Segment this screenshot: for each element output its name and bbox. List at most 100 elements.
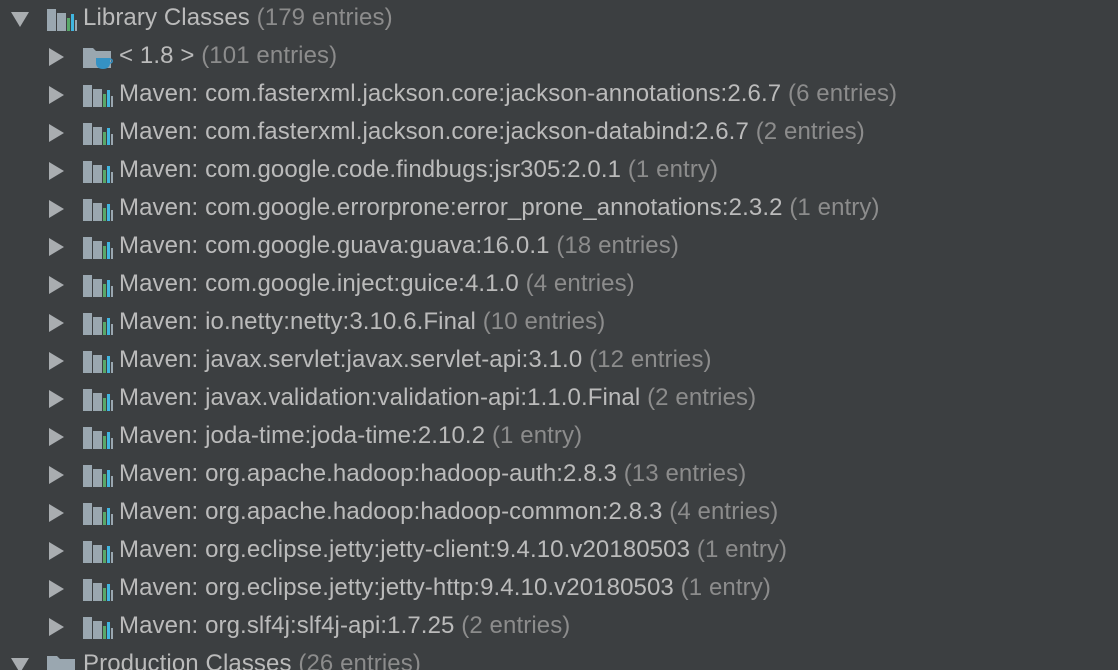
maven-library-name: Maven: com.google.inject:guice:4.1.0 — [119, 270, 519, 297]
jdk-folder-icon — [83, 48, 113, 69]
maven-library-count: (1 entry) — [789, 194, 880, 221]
production-classes-label: Production Classes — [83, 650, 292, 670]
maven-library-count: (6 entries) — [788, 80, 898, 107]
maven-library-count: (1 entry) — [680, 574, 771, 601]
chevron-right-icon[interactable] — [49, 428, 64, 446]
maven-library-count: (13 entries) — [623, 460, 747, 487]
chevron-down-icon[interactable] — [11, 12, 29, 27]
chevron-right-icon[interactable] — [49, 162, 64, 180]
maven-library-count: (1 entry) — [491, 422, 583, 449]
maven-library-name: Maven: org.slf4j:slf4j-api:1.7.25 — [119, 612, 455, 639]
jdk-count: (101 entries) — [201, 42, 338, 69]
maven-library-name: Maven: com.fasterxml.jackson.core:jackso… — [119, 118, 749, 145]
maven-library-name: Maven: org.eclipse.jetty:jetty-http:9.4.… — [119, 574, 674, 601]
chevron-down-icon[interactable] — [11, 658, 29, 670]
tree-node-maven-library[interactable]: Maven: io.netty:netty:3.10.6.Final (10 e… — [0, 304, 1118, 342]
tree-node-production-classes[interactable]: Production Classes (26 entries) — [0, 646, 1118, 670]
library-icon — [47, 9, 77, 31]
maven-library-icon — [83, 237, 113, 259]
library-classes-label: Library Classes — [83, 4, 250, 31]
chevron-right-icon[interactable] — [49, 124, 64, 142]
tree-node-label: Maven: joda-time:joda-time:2.10.2 (1 ent… — [119, 422, 582, 450]
tree-node-label: Maven: org.apache.hadoop:hadoop-auth:2.8… — [119, 460, 746, 488]
maven-library-count: (1 entry) — [696, 536, 788, 563]
tree-node-label: Maven: com.google.code.findbugs:jsr305:2… — [119, 156, 718, 184]
maven-library-icon — [83, 617, 113, 639]
tree-node-label: Maven: javax.validation:validation-api:1… — [119, 384, 756, 412]
maven-library-icon — [83, 579, 113, 601]
tree-node-maven-library[interactable]: Maven: com.fasterxml.jackson.core:jackso… — [0, 76, 1118, 114]
maven-library-icon — [83, 351, 113, 373]
tree-node-maven-library[interactable]: Maven: javax.validation:validation-api:1… — [0, 380, 1118, 418]
tree-node-label: Maven: javax.servlet:javax.servlet-api:3… — [119, 346, 712, 374]
chevron-right-icon[interactable] — [49, 48, 64, 66]
tree-node-label: Maven: com.fasterxml.jackson.core:jackso… — [119, 80, 897, 108]
maven-library-count: (2 entries) — [647, 384, 757, 411]
chevron-right-icon[interactable] — [49, 238, 64, 256]
chevron-right-icon[interactable] — [49, 618, 64, 636]
maven-library-icon — [83, 389, 113, 411]
chevron-right-icon[interactable] — [49, 580, 64, 598]
tree-node-label: Maven: org.eclipse.jetty:jetty-client:9.… — [119, 536, 787, 564]
tree-node-label: Maven: com.google.errorprone:error_prone… — [119, 194, 880, 222]
maven-library-name: Maven: joda-time:joda-time:2.10.2 — [119, 422, 486, 449]
chevron-right-icon[interactable] — [49, 466, 64, 484]
chevron-right-icon[interactable] — [49, 352, 64, 370]
tree-node-maven-library[interactable]: Maven: org.eclipse.jetty:jetty-http:9.4.… — [0, 570, 1118, 608]
tree-node-label: Maven: org.eclipse.jetty:jetty-http:9.4.… — [119, 574, 771, 602]
chevron-right-icon[interactable] — [49, 314, 64, 332]
maven-library-icon — [83, 85, 113, 107]
maven-library-name: Maven: javax.servlet:javax.servlet-api:3… — [119, 346, 583, 373]
tree-node-maven-library[interactable]: Maven: com.google.guava:guava:16.0.1 (18… — [0, 228, 1118, 266]
tree-node-maven-library[interactable]: Maven: joda-time:joda-time:2.10.2 (1 ent… — [0, 418, 1118, 456]
maven-library-icon — [83, 313, 113, 335]
maven-library-icon — [83, 503, 113, 525]
maven-library-icon — [83, 161, 113, 183]
maven-library-icon — [83, 541, 113, 563]
maven-library-count: (2 entries) — [755, 118, 865, 145]
maven-library-icon — [83, 123, 113, 145]
chevron-right-icon[interactable] — [49, 390, 64, 408]
tree-node-label: Maven: com.google.inject:guice:4.1.0 (4 … — [119, 270, 635, 298]
tree-node-maven-library[interactable]: Maven: org.apache.hadoop:hadoop-common:2… — [0, 494, 1118, 532]
project-tree: Library Classes (179 entries) < 1.8 > (1… — [0, 0, 1118, 670]
maven-library-name: Maven: com.google.errorprone:error_prone… — [119, 194, 783, 221]
chevron-right-icon[interactable] — [49, 86, 64, 104]
tree-node-maven-library[interactable]: Maven: com.google.code.findbugs:jsr305:2… — [0, 152, 1118, 190]
maven-library-count: (12 entries) — [589, 346, 712, 373]
production-classes-count: (26 entries) — [298, 650, 421, 670]
tree-node-label: < 1.8 > (101 entries) — [119, 42, 337, 70]
tree-node-maven-library[interactable]: Maven: org.apache.hadoop:hadoop-auth:2.8… — [0, 456, 1118, 494]
maven-library-count: (18 entries) — [556, 232, 679, 259]
maven-library-name: Maven: org.apache.hadoop:hadoop-common:2… — [119, 498, 663, 525]
chevron-right-icon[interactable] — [49, 542, 64, 560]
tree-node-label: Maven: com.fasterxml.jackson.core:jackso… — [119, 118, 865, 146]
tree-node-label: Maven: org.slf4j:slf4j-api:1.7.25 (2 ent… — [119, 612, 570, 640]
tree-node-label: Maven: com.google.guava:guava:16.0.1 (18… — [119, 232, 679, 260]
maven-library-name: Maven: com.google.guava:guava:16.0.1 — [119, 232, 550, 259]
tree-node-maven-library[interactable]: Maven: org.eclipse.jetty:jetty-client:9.… — [0, 532, 1118, 570]
tree-node-maven-library[interactable]: Maven: org.slf4j:slf4j-api:1.7.25 (2 ent… — [0, 608, 1118, 646]
tree-node-label: Library Classes (179 entries) — [83, 4, 393, 32]
tree-node-maven-library[interactable]: Maven: com.fasterxml.jackson.core:jackso… — [0, 114, 1118, 152]
maven-library-icon — [83, 275, 113, 297]
maven-library-count: (2 entries) — [461, 612, 571, 639]
maven-library-name: Maven: javax.validation:validation-api:1… — [119, 384, 641, 411]
tree-node-label: Maven: io.netty:netty:3.10.6.Final (10 e… — [119, 308, 605, 336]
tree-node-library-classes[interactable]: Library Classes (179 entries) — [0, 0, 1118, 38]
tree-node-maven-library[interactable]: Maven: javax.servlet:javax.servlet-api:3… — [0, 342, 1118, 380]
chevron-right-icon[interactable] — [49, 276, 64, 294]
tree-node-jdk[interactable]: < 1.8 > (101 entries) — [0, 38, 1118, 76]
maven-library-name: Maven: org.eclipse.jetty:jetty-client:9.… — [119, 536, 691, 563]
maven-library-icon — [83, 199, 113, 221]
chevron-right-icon[interactable] — [49, 504, 64, 522]
maven-library-name: Maven: com.google.code.findbugs:jsr305:2… — [119, 156, 622, 183]
tree-node-maven-library[interactable]: Maven: com.google.errorprone:error_prone… — [0, 190, 1118, 228]
maven-library-count: (4 entries) — [669, 498, 779, 525]
maven-library-count: (1 entry) — [627, 156, 719, 183]
maven-library-icon — [83, 427, 113, 449]
tree-node-maven-library[interactable]: Maven: com.google.inject:guice:4.1.0 (4 … — [0, 266, 1118, 304]
maven-library-name: Maven: io.netty:netty:3.10.6.Final — [119, 308, 476, 335]
tree-node-label: Maven: org.apache.hadoop:hadoop-common:2… — [119, 498, 778, 526]
chevron-right-icon[interactable] — [49, 200, 64, 218]
